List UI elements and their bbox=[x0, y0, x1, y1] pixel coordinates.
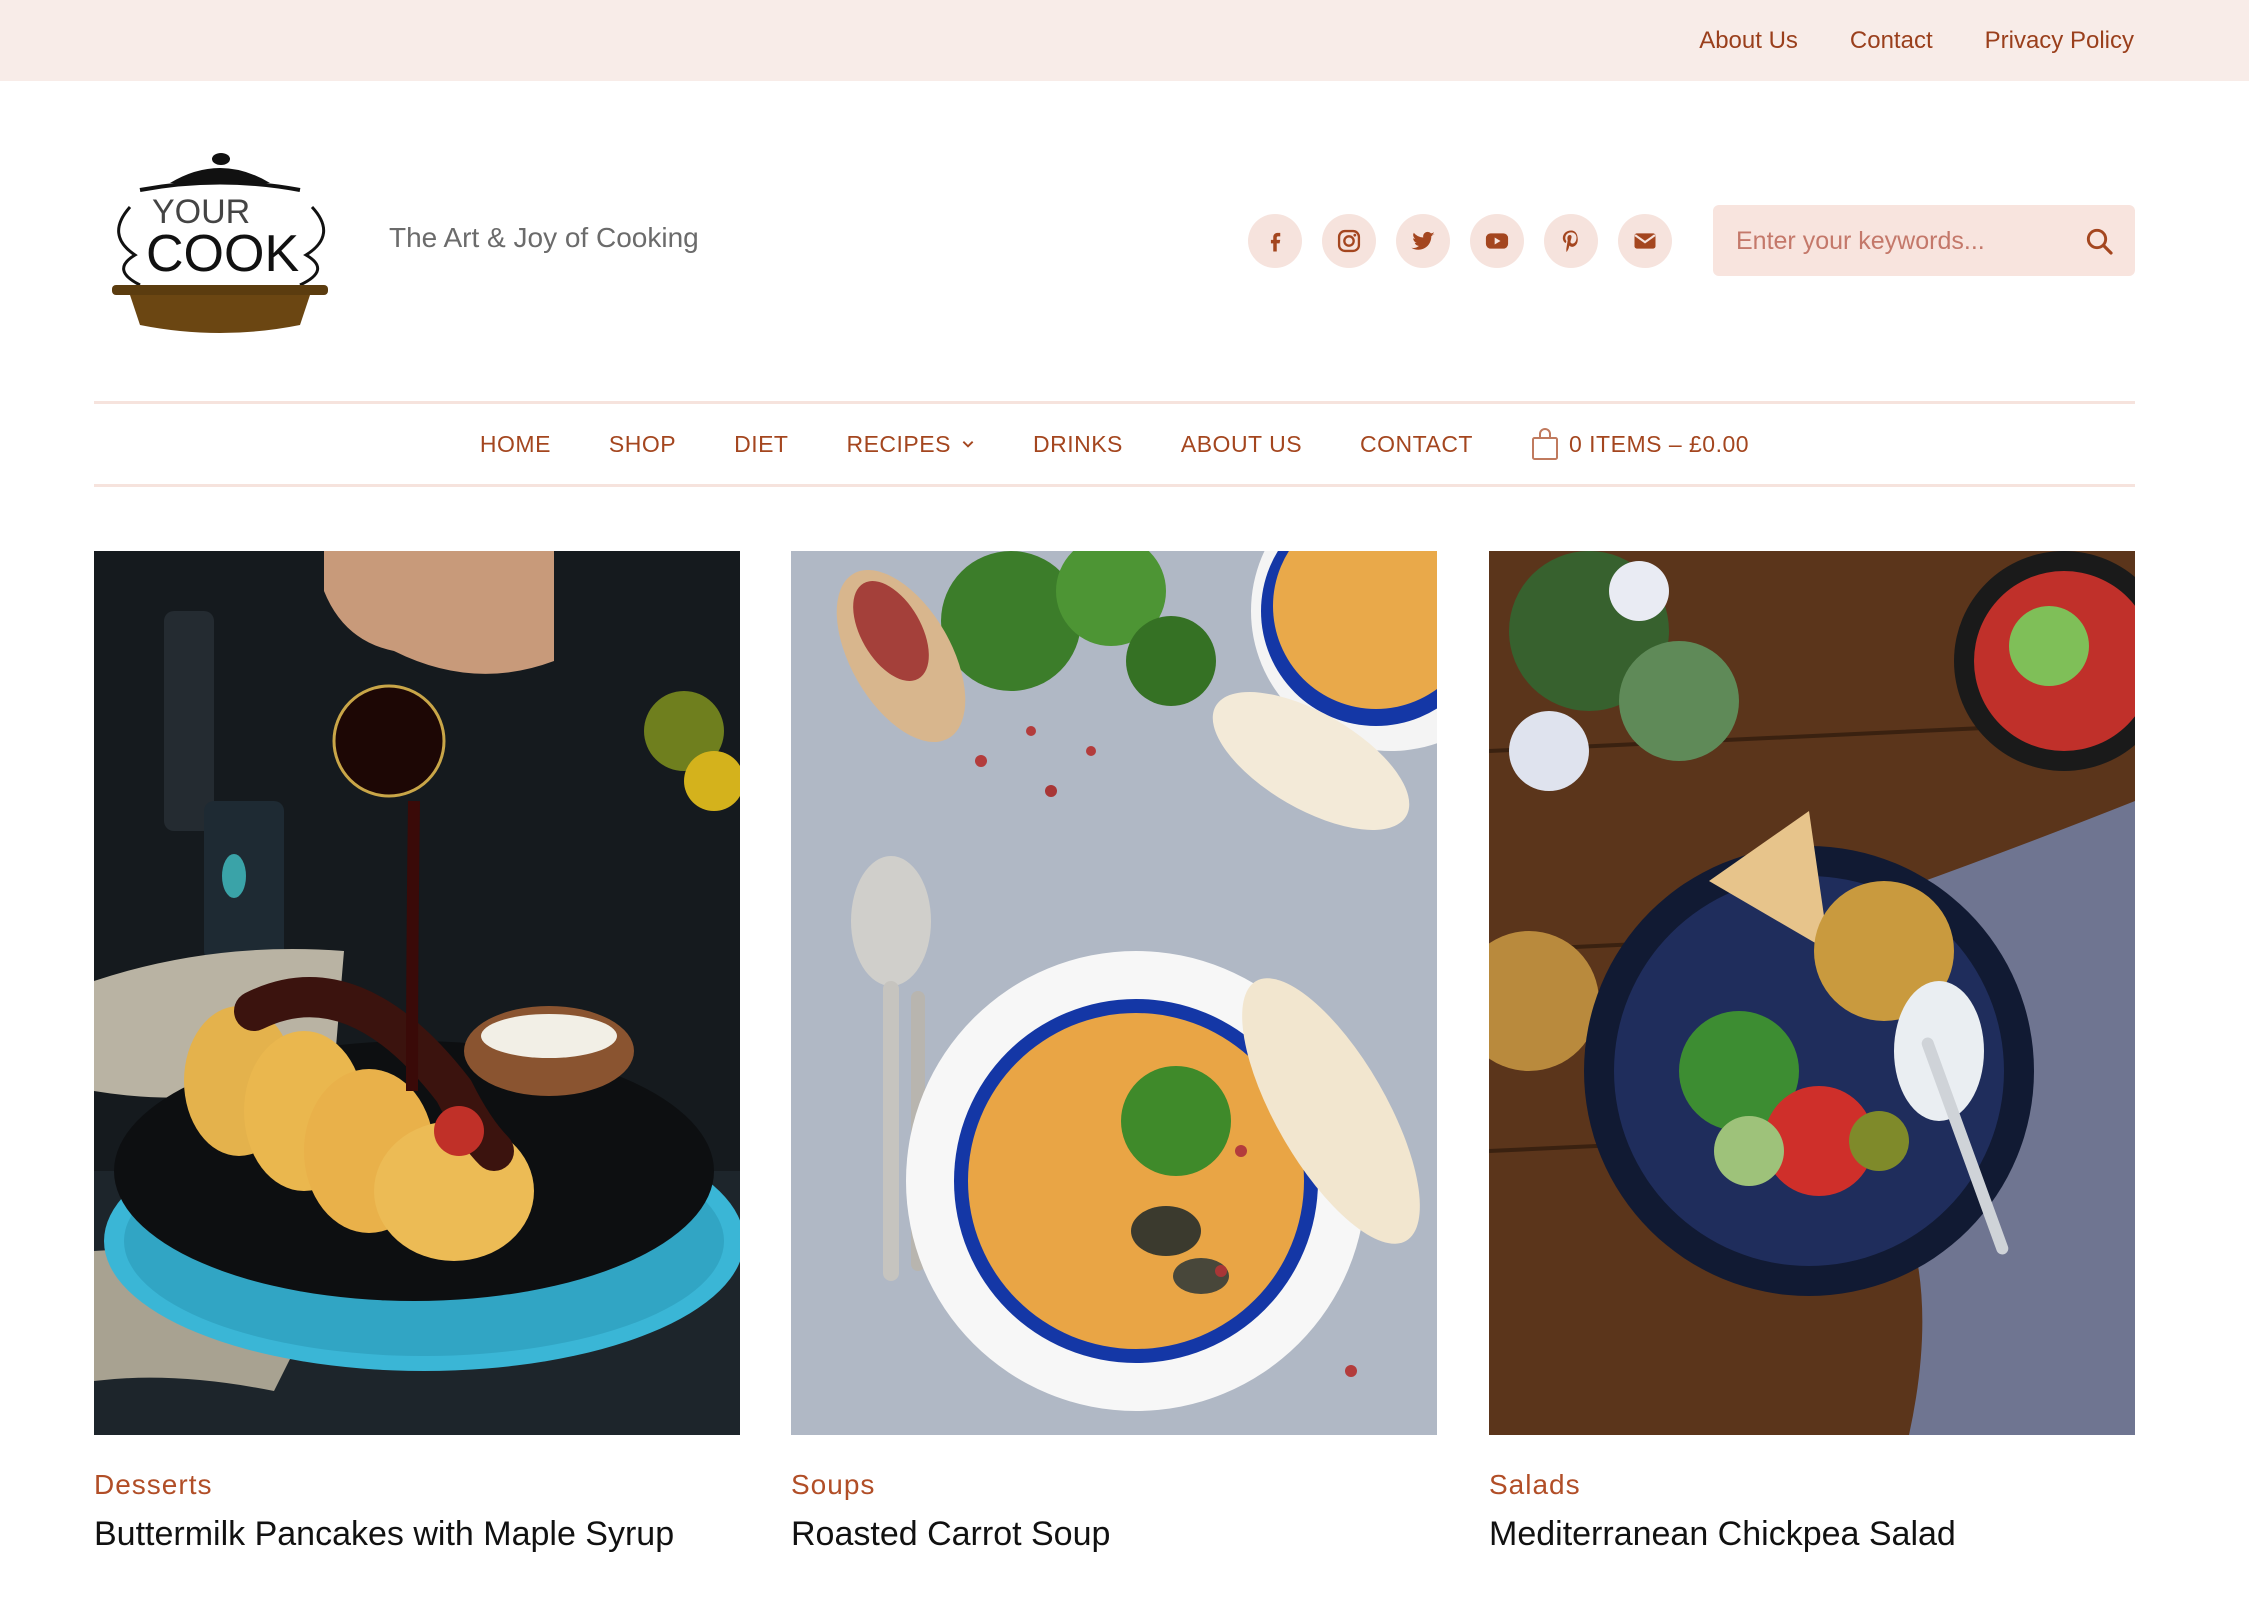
post-category[interactable]: Soups bbox=[791, 1469, 1437, 1501]
search-box bbox=[1713, 205, 2135, 278]
nav-home[interactable]: HOME bbox=[480, 431, 551, 458]
main-nav: HOME SHOP DIET RECIPES DRINKS ABOUT US C… bbox=[94, 401, 2135, 487]
post-card[interactable]: Desserts Buttermilk Pancakes with Maple … bbox=[94, 551, 740, 1554]
site-logo[interactable]: YOUR COOK bbox=[100, 145, 340, 345]
top-link-contact[interactable]: Contact bbox=[1850, 27, 1933, 55]
pinterest-icon[interactable] bbox=[1544, 214, 1598, 268]
nav-contact[interactable]: CONTACT bbox=[1360, 431, 1473, 458]
nav-shop[interactable]: SHOP bbox=[609, 431, 676, 458]
post-card[interactable]: Soups Roasted Carrot Soup bbox=[791, 551, 1437, 1554]
nav-recipes[interactable]: RECIPES bbox=[846, 431, 974, 458]
post-title[interactable]: Buttermilk Pancakes with Maple Syrup bbox=[94, 1515, 740, 1554]
site-tagline: The Art & Joy of Cooking bbox=[389, 222, 699, 253]
nav-diet[interactable]: DIET bbox=[734, 431, 788, 458]
nav-cart[interactable]: 0 ITEMS – £0.00 bbox=[1531, 427, 1749, 461]
nav-about-us[interactable]: ABOUT US bbox=[1181, 431, 1302, 458]
search-icon[interactable] bbox=[2083, 225, 2115, 257]
search-input[interactable] bbox=[1713, 205, 2078, 278]
nav-drinks[interactable]: DRINKS bbox=[1033, 431, 1123, 458]
social-links bbox=[1248, 214, 1672, 268]
twitter-icon[interactable] bbox=[1396, 214, 1450, 268]
chevron-down-icon bbox=[962, 441, 974, 448]
top-link-privacy-policy[interactable]: Privacy Policy bbox=[1985, 27, 2134, 55]
post-title[interactable]: Mediterranean Chickpea Salad bbox=[1489, 1515, 2135, 1554]
post-image-pancakes[interactable] bbox=[94, 551, 740, 1435]
post-title[interactable]: Roasted Carrot Soup bbox=[791, 1515, 1437, 1554]
logo-text-cook: COOK bbox=[146, 225, 299, 283]
cart-summary: 0 ITEMS – £0.00 bbox=[1568, 430, 1750, 457]
post-category[interactable]: Salads bbox=[1489, 1469, 2135, 1501]
top-link-about-us[interactable]: About Us bbox=[1699, 27, 1798, 55]
instagram-icon[interactable] bbox=[1322, 214, 1376, 268]
top-bar: About Us Contact Privacy Policy bbox=[0, 0, 2249, 81]
facebook-icon[interactable] bbox=[1248, 214, 1302, 268]
top-links: About Us Contact Privacy Policy bbox=[1699, 0, 2134, 81]
post-image-chickpea-salad[interactable] bbox=[1489, 551, 2135, 1435]
shopping-bag-icon bbox=[1531, 428, 1558, 460]
email-icon[interactable] bbox=[1618, 214, 1672, 268]
post-card[interactable]: Salads Mediterranean Chickpea Salad bbox=[1489, 551, 2135, 1554]
post-category[interactable]: Desserts bbox=[94, 1469, 740, 1501]
youtube-icon[interactable] bbox=[1470, 214, 1524, 268]
post-image-carrot-soup[interactable] bbox=[791, 551, 1437, 1435]
nav-recipes-label: RECIPES bbox=[846, 430, 951, 457]
